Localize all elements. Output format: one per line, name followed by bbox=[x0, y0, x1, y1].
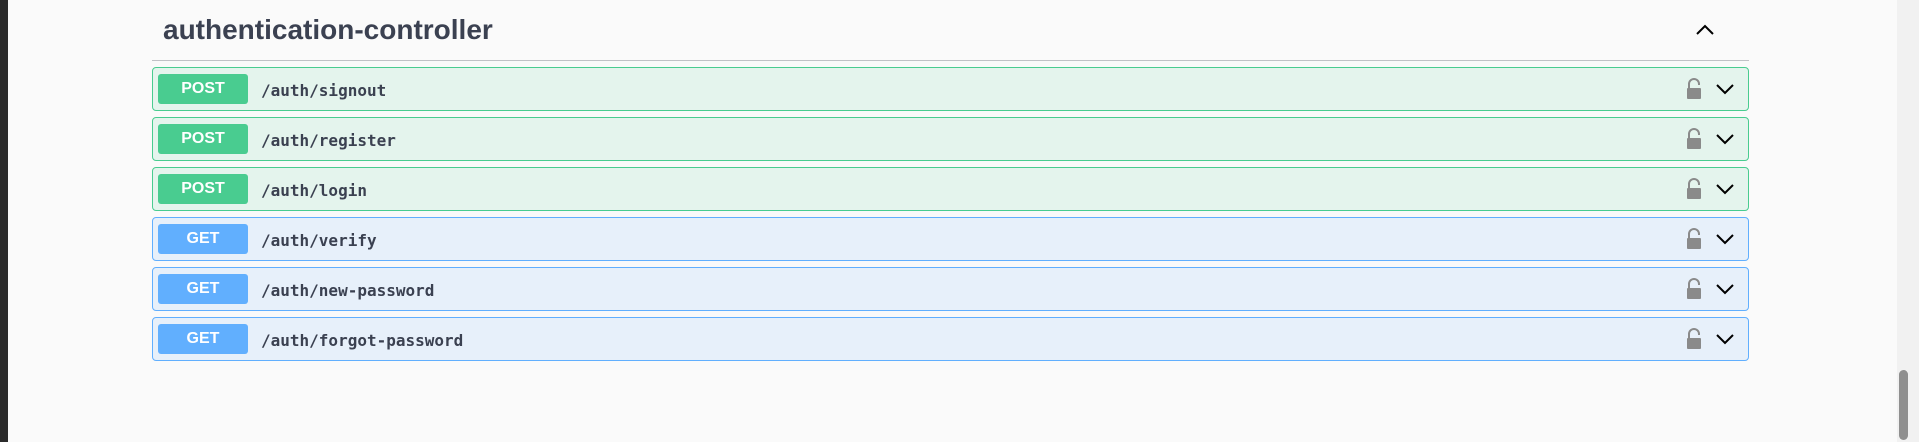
tag-title: authentication-controller bbox=[163, 14, 493, 45]
unlocked-lock-icon[interactable] bbox=[1685, 78, 1703, 100]
operation-get-auth-new-password[interactable]: GET /auth/new-password bbox=[152, 267, 1749, 311]
operation-post-auth-register[interactable]: POST /auth/register bbox=[152, 117, 1749, 161]
scrollbar-thumb[interactable] bbox=[1899, 370, 1908, 440]
operation-post-auth-signout[interactable]: POST /auth/signout bbox=[152, 67, 1749, 111]
chevron-down-icon[interactable] bbox=[1714, 129, 1736, 149]
chevron-down-icon[interactable] bbox=[1714, 79, 1736, 99]
unlocked-lock-icon[interactable] bbox=[1685, 228, 1703, 250]
operation-path: /auth/signout bbox=[261, 81, 387, 100]
tag-section-authentication-controller: authentication-controller POST /auth/sig… bbox=[152, 0, 1749, 361]
operation-path: /auth/login bbox=[261, 181, 367, 200]
method-badge: POST bbox=[158, 124, 248, 154]
operation-post-auth-login[interactable]: POST /auth/login bbox=[152, 167, 1749, 211]
operation-path: /auth/verify bbox=[261, 231, 377, 250]
method-badge: GET bbox=[158, 224, 248, 254]
unlocked-lock-icon[interactable] bbox=[1685, 178, 1703, 200]
chevron-down-icon[interactable] bbox=[1714, 229, 1736, 249]
chevron-down-icon[interactable] bbox=[1714, 329, 1736, 349]
chevron-down-icon[interactable] bbox=[1714, 279, 1736, 299]
chevron-up-icon[interactable] bbox=[1691, 16, 1719, 44]
unlocked-lock-icon[interactable] bbox=[1685, 128, 1703, 150]
operation-get-auth-forgot-password[interactable]: GET /auth/forgot-password bbox=[152, 317, 1749, 361]
operation-get-auth-verify[interactable]: GET /auth/verify bbox=[152, 217, 1749, 261]
method-badge: POST bbox=[158, 74, 248, 104]
method-badge: GET bbox=[158, 324, 248, 354]
operation-path: /auth/register bbox=[261, 131, 396, 150]
operation-path: /auth/new-password bbox=[261, 281, 435, 300]
operation-path: /auth/forgot-password bbox=[261, 331, 464, 350]
tag-header[interactable]: authentication-controller bbox=[152, 0, 1749, 61]
unlocked-lock-icon[interactable] bbox=[1685, 278, 1703, 300]
chevron-down-icon[interactable] bbox=[1714, 179, 1736, 199]
unlocked-lock-icon[interactable] bbox=[1685, 328, 1703, 350]
method-badge: POST bbox=[158, 174, 248, 204]
method-badge: GET bbox=[158, 274, 248, 304]
